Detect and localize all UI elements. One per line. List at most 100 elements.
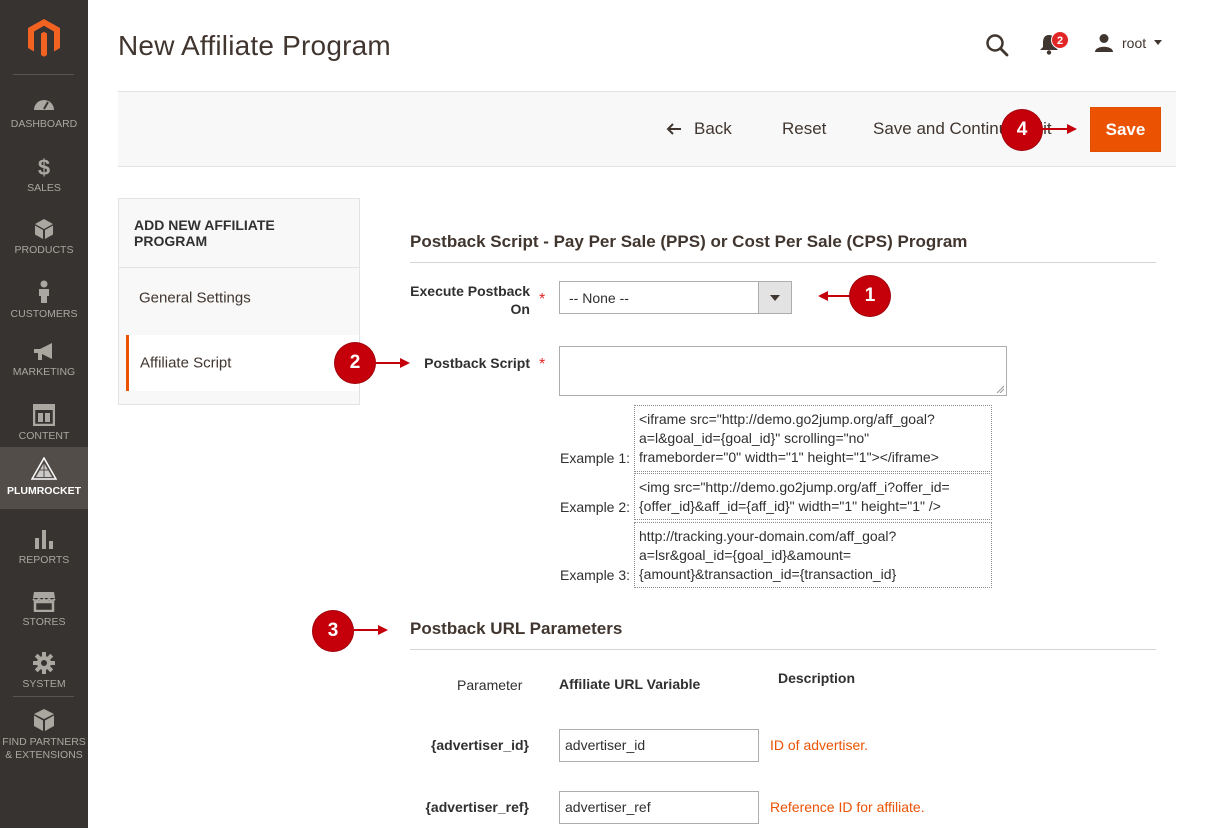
execute-postback-select-value: -- None --	[569, 290, 629, 306]
example-code-line: http://tracking.your-domain.com/aff_goal…	[639, 528, 897, 544]
postback-url-parameters-title: Postback URL Parameters	[410, 619, 623, 638]
required-asterisk: *	[539, 356, 546, 373]
callout-arrow	[818, 291, 852, 301]
tab-label: General Settings	[139, 289, 251, 307]
callout-badge: 2	[335, 343, 375, 383]
postback-script-section-title: Postback Script - Pay Per Sale (PPS) or …	[410, 232, 968, 251]
sidebar-item-reports[interactable]: REPORTS	[0, 516, 88, 578]
program-tabs-panel: ADD NEW AFFILIATE PROGRAM General Settin…	[118, 198, 360, 405]
global-search-button[interactable]	[985, 33, 1009, 62]
execute-postback-label-line2: On	[510, 301, 530, 317]
callout-badge: 1	[850, 276, 890, 316]
page-title: New Affiliate Program	[118, 30, 391, 61]
sidebar-item-label: REPORTS	[18, 554, 70, 566]
username: root	[1122, 35, 1147, 51]
example-code-line: {offer_id}&aff_id={aff_id}" width="1" he…	[639, 498, 941, 514]
dashboard-icon	[34, 100, 54, 110]
example-label: Example 2:	[560, 499, 631, 515]
postback-script-textarea[interactable]	[559, 346, 1007, 396]
sidebar-item-label: DASHBOARD	[10, 118, 78, 130]
person-icon	[39, 280, 49, 303]
sidebar-item-label: SALES	[27, 182, 61, 194]
resize-grip-icon[interactable]	[996, 385, 1004, 393]
dollar-icon: $	[38, 156, 50, 178]
sidebar-item-plumrocket[interactable]: PLUMROCKET	[0, 447, 88, 509]
param-name: {advertiser_id}	[430, 737, 529, 753]
param-name: {advertiser_ref}	[425, 799, 529, 815]
sidebar-item-system[interactable]: SYSTEM	[0, 640, 88, 702]
admin-sidebar: DASHBOARD $ SALES PRODUCTS CUSTOMERS MAR…	[0, 0, 88, 828]
caret-down-icon	[770, 294, 780, 301]
sidebar-item-find-partners[interactable]: FIND PARTNERS & EXTENSIONS	[0, 702, 88, 764]
example-code-line: {amount}&transaction_id={transaction_id}	[639, 566, 897, 582]
sidebar-item-label: MARKETING	[12, 366, 76, 378]
sidebar-item-sales[interactable]: $ SALES	[0, 144, 88, 206]
example-code-box: <img src="http://demo.go2jump.org/aff_i?…	[634, 473, 992, 520]
magento-logo-icon	[28, 19, 60, 57]
example-code-box: <iframe src="http://demo.go2jump.org/aff…	[634, 405, 992, 472]
sidebar-item-label: PRODUCTS	[14, 244, 74, 256]
caret-down-icon	[1154, 40, 1163, 45]
required-asterisk: *	[539, 291, 546, 308]
callout-arrow	[374, 358, 410, 368]
advertiser-ref-input[interactable]: advertiser_ref	[559, 791, 759, 824]
column-header-parameter: Parameter	[457, 677, 523, 693]
cube-icon	[34, 709, 54, 731]
sidebar-divider	[13, 696, 74, 697]
example-label: Example 1:	[560, 450, 631, 466]
layout-icon	[33, 404, 55, 426]
sidebar-item-customers[interactable]: CUSTOMERS	[0, 268, 88, 330]
notifications-count-badge: 2	[1051, 31, 1069, 49]
sidebar-item-label: STORES	[22, 616, 66, 628]
sidebar-item-label: FIND PARTNERS & EXTENSIONS	[2, 736, 86, 761]
section-divider	[410, 262, 1156, 263]
example-code-box: http://tracking.your-domain.com/aff_goal…	[634, 522, 992, 588]
save-button[interactable]: Save	[1090, 107, 1161, 152]
select-toggle[interactable]	[758, 282, 791, 313]
example-code-line: frameborder="0" width="1" height="1"></i…	[639, 449, 939, 465]
advertiser-id-input[interactable]: advertiser_id	[559, 729, 759, 762]
postback-script-label: Postback Script	[424, 355, 530, 371]
plumrocket-icon	[31, 457, 57, 480]
user-menu[interactable]: root	[1094, 33, 1163, 53]
column-header-variable: Affiliate URL Variable	[559, 676, 701, 692]
magento-logo[interactable]	[0, 0, 88, 74]
sidebar-item-label: CONTENT	[18, 430, 70, 442]
megaphone-icon	[34, 343, 52, 360]
gear-icon	[33, 652, 55, 674]
sidebar-item-products[interactable]: PRODUCTS	[0, 206, 88, 268]
back-button[interactable]: Back	[666, 119, 732, 139]
arrow-left-icon	[666, 123, 681, 135]
column-header-description: Description	[778, 670, 856, 686]
tabs-title: ADD NEW AFFILIATE PROGRAM	[134, 217, 275, 249]
example-code-line: a=l&goal_id={goal_id}" scrolling="no"	[639, 430, 870, 446]
section-divider	[410, 649, 1156, 650]
param-description: ID of advertiser.	[770, 737, 869, 753]
callout-arrow	[1041, 124, 1077, 134]
store-icon	[32, 592, 56, 612]
sidebar-item-stores[interactable]: STORES	[0, 578, 88, 640]
execute-postback-label: Execute Postback On	[390, 282, 530, 318]
tab-affiliate-script[interactable]: Affiliate Script	[126, 335, 359, 391]
sidebar-item-label: PLUMROCKET	[6, 485, 82, 497]
param-description: Reference ID for affiliate.	[770, 799, 925, 815]
tab-general-settings[interactable]: General Settings	[119, 268, 359, 334]
example-code-line: a=lsr&goal_id={goal_id}&amount=	[639, 547, 852, 563]
example-code-line: <iframe src="http://demo.go2jump.org/aff…	[639, 411, 935, 427]
sidebar-item-marketing[interactable]: MARKETING	[0, 330, 88, 392]
execute-postback-select[interactable]: -- None --	[559, 281, 792, 314]
example-code-line: <img src="http://demo.go2jump.org/aff_i?…	[639, 479, 950, 495]
callout-badge: 4	[1002, 110, 1042, 150]
execute-postback-label-line1: Execute Postback	[410, 283, 530, 299]
callout-badge: 3	[313, 611, 353, 651]
box-icon	[35, 219, 53, 239]
logo-divider	[13, 74, 74, 75]
callout-arrow	[352, 625, 388, 635]
svg-text:$: $	[38, 156, 50, 178]
sidebar-item-dashboard[interactable]: DASHBOARD	[0, 82, 88, 144]
sidebar-item-content[interactable]: CONTENT	[0, 392, 88, 454]
bar-chart-icon	[35, 530, 53, 549]
back-button-label: Back	[694, 119, 732, 138]
reset-button[interactable]: Reset	[782, 119, 826, 139]
example-label: Example 3:	[560, 567, 631, 583]
